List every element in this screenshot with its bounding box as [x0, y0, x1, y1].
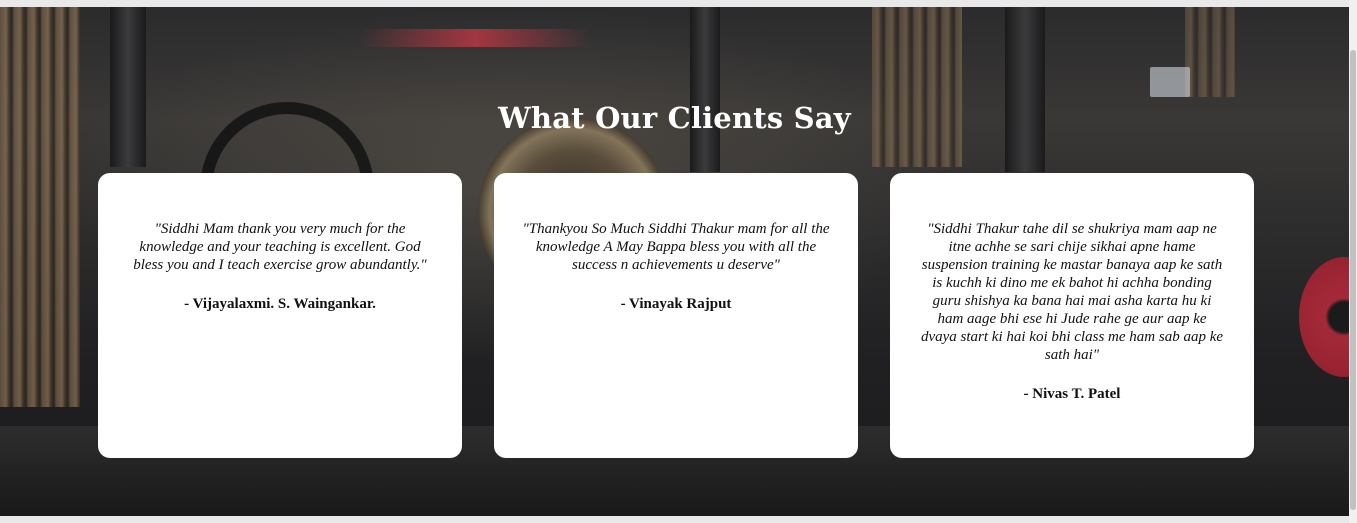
background-red-plate: [1299, 257, 1349, 377]
page-scrollbar[interactable]: [1349, 0, 1357, 523]
testimonial-quote: "Siddhi Thakur tahe dil se shukriya mam …: [920, 221, 1224, 363]
background-wood-panel: [872, 7, 962, 167]
background-pillar: [1005, 7, 1045, 172]
background-wood-panel: [0, 7, 80, 407]
testimonial-cards: "Siddhi Mam thank you very much for the …: [98, 173, 1254, 458]
background-pillar: [690, 7, 720, 172]
testimonial-author: - Vijayalaxmi. S. Waingankar.: [184, 296, 376, 312]
scrollbar-thumb[interactable]: [1350, 50, 1356, 510]
section-title: What Our Clients Say: [498, 101, 851, 135]
testimonial-card: "Thankyou So Much Siddhi Thakur mam for …: [494, 173, 858, 458]
testimonial-card: "Siddhi Mam thank you very much for the …: [98, 173, 462, 458]
testimonial-author: - Vinayak Rajput: [620, 296, 732, 312]
background-wood-panel: [1185, 7, 1235, 97]
background-pillar: [110, 7, 146, 167]
background-window: [1150, 67, 1190, 97]
testimonial-quote: "Thankyou So Much Siddhi Thakur mam for …: [522, 221, 830, 273]
testimonial-quote: "Siddhi Mam thank you very much for the …: [133, 221, 427, 273]
testimonial-author: - Nivas T. Patel: [1023, 386, 1121, 402]
background-light-strip: [360, 29, 590, 47]
testimonial-card: "Siddhi Thakur tahe dil se shukriya mam …: [890, 173, 1254, 458]
testimonials-section: What Our Clients Say "Siddhi Mam thank y…: [0, 7, 1349, 516]
